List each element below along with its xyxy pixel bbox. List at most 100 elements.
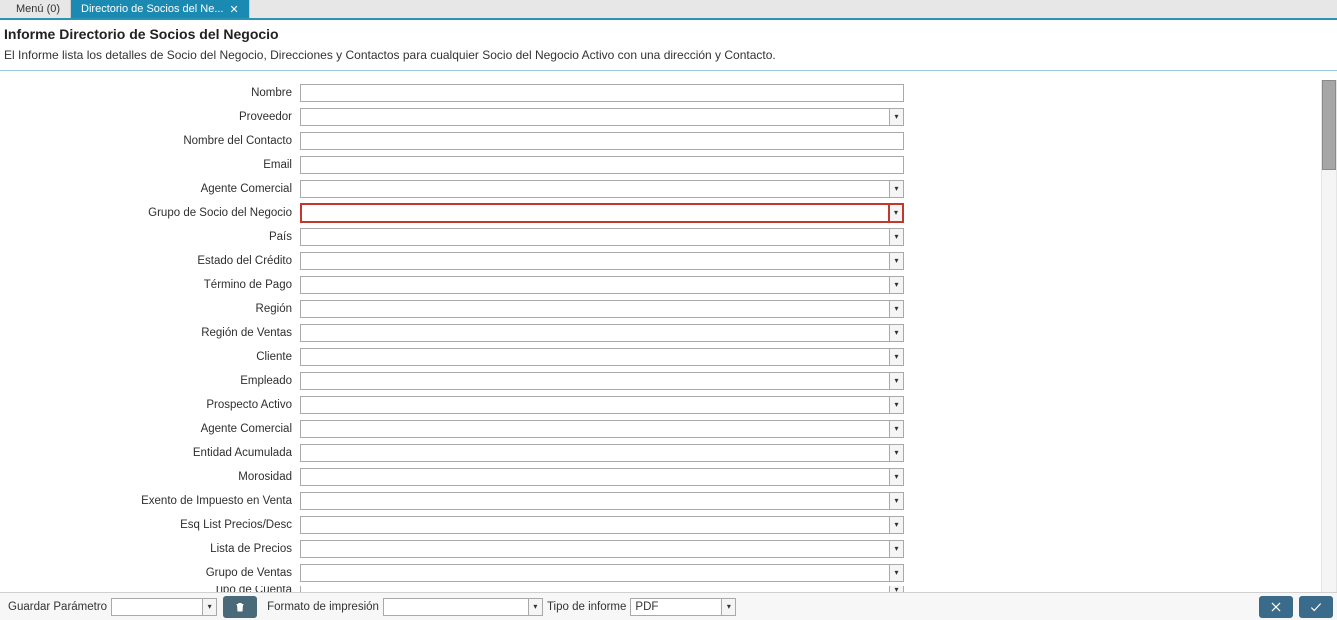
input-termino-pago[interactable]: [300, 276, 890, 294]
tipo-informe-input[interactable]: PDF: [630, 598, 722, 616]
chevron-down-icon[interactable]: ▾: [203, 598, 217, 616]
input-agente-comercial-2[interactable]: [300, 420, 890, 438]
form-row-estado-credito: Estado del Crédito ▾: [0, 250, 1321, 272]
field-nombre[interactable]: [300, 84, 904, 102]
chevron-down-icon[interactable]: ▾: [890, 444, 904, 462]
input-proveedor[interactable]: [300, 108, 890, 126]
chevron-down-icon[interactable]: ▾: [890, 252, 904, 270]
input-region-ventas[interactable]: [300, 324, 890, 342]
delete-button[interactable]: [223, 596, 257, 618]
chevron-down-icon[interactable]: ▾: [890, 492, 904, 510]
cancel-button[interactable]: [1259, 596, 1293, 618]
field-nombre-contacto[interactable]: [300, 132, 904, 150]
guardar-parametro-combo[interactable]: ▾: [111, 598, 217, 616]
chevron-down-icon[interactable]: ▾: [890, 300, 904, 318]
chevron-down-icon[interactable]: ▾: [890, 540, 904, 558]
label-region-ventas: Región de Ventas: [0, 327, 300, 339]
field-termino-pago[interactable]: ▾: [300, 276, 904, 294]
chevron-down-icon[interactable]: ▾: [890, 420, 904, 438]
form-row-lista-precios: Lista de Precios ▾: [0, 538, 1321, 560]
field-estado-credito[interactable]: ▾: [300, 252, 904, 270]
input-morosidad[interactable]: [300, 468, 890, 486]
form-row-proveedor: Proveedor ▾: [0, 106, 1321, 128]
input-nombre[interactable]: [300, 84, 904, 102]
label-estado-credito: Estado del Crédito: [0, 255, 300, 267]
input-nombre-contacto[interactable]: [300, 132, 904, 150]
field-proveedor[interactable]: ▾: [300, 108, 904, 126]
input-pais[interactable]: [300, 228, 890, 246]
form-row-esq-list-precios-desc: Esq List Precios/Desc▾: [0, 514, 1321, 536]
field-empleado[interactable]: ▾: [300, 372, 904, 390]
form-row-grupo-socio-negocio: Grupo de Socio del Negocio ▾: [0, 202, 1321, 224]
tab-active[interactable]: Directorio de Socios del Ne... ✕: [71, 0, 250, 18]
chevron-down-icon[interactable]: ▾: [890, 348, 904, 366]
input-estado-credito[interactable]: [300, 252, 890, 270]
field-entidad-acumulada[interactable]: ▾: [300, 444, 904, 462]
chevron-down-icon[interactable]: ▾: [890, 516, 904, 534]
field-pais[interactable]: ▾: [300, 228, 904, 246]
input-agente-comercial[interactable]: [300, 180, 890, 198]
chevron-down-icon[interactable]: ▾: [890, 108, 904, 126]
chevron-down-icon[interactable]: ▾: [890, 276, 904, 294]
field-email[interactable]: [300, 156, 904, 174]
input-grupo-ventas[interactable]: [300, 564, 890, 582]
field-grupo-socio-negocio[interactable]: ▾: [300, 203, 904, 223]
form-row-email: Email: [0, 154, 1321, 176]
chevron-down-icon[interactable]: ▾: [890, 203, 904, 223]
field-cliente[interactable]: ▾: [300, 348, 904, 366]
label-termino-pago: Término de Pago: [0, 279, 300, 291]
chevron-down-icon[interactable]: ▾: [529, 598, 543, 616]
label-email: Email: [0, 159, 300, 171]
field-exento-impuesto-venta[interactable]: ▾: [300, 492, 904, 510]
close-icon[interactable]: ✕: [229, 3, 238, 16]
tab-menu[interactable]: Menú (0): [6, 0, 71, 18]
page-header: Informe Directorio de Socios del Negocio…: [0, 20, 1337, 71]
guardar-parametro-input[interactable]: [111, 598, 203, 616]
chevron-down-icon[interactable]: ▾: [722, 598, 736, 616]
input-grupo-socio-negocio[interactable]: [300, 203, 890, 223]
formato-impresion-combo[interactable]: ▾: [383, 598, 543, 616]
label-pais: País: [0, 231, 300, 243]
scrollbar-thumb[interactable]: [1322, 80, 1336, 170]
input-empleado[interactable]: [300, 372, 890, 390]
input-lista-precios[interactable]: [300, 540, 890, 558]
form-row-entidad-acumulada: Entidad Acumulada▾: [0, 442, 1321, 464]
form-row-region-ventas: Región de Ventas ▾: [0, 322, 1321, 344]
input-exento-impuesto-venta[interactable]: [300, 492, 890, 510]
chevron-down-icon[interactable]: ▾: [890, 564, 904, 582]
field-grupo-ventas[interactable]: ▾: [300, 564, 904, 582]
field-morosidad[interactable]: ▾: [300, 468, 904, 486]
formato-impresion-label: Formato de impresión: [267, 601, 379, 613]
chevron-down-icon[interactable]: ▾: [890, 468, 904, 486]
input-entidad-acumulada[interactable]: [300, 444, 890, 462]
label-morosidad: Morosidad: [0, 471, 300, 483]
input-cliente[interactable]: [300, 348, 890, 366]
field-agente-comercial-2[interactable]: ▾: [300, 420, 904, 438]
label-proveedor: Proveedor: [0, 111, 300, 123]
input-email[interactable]: [300, 156, 904, 174]
label-lista-precios: Lista de Precios: [0, 543, 300, 555]
trash-icon: [234, 600, 246, 614]
chevron-down-icon[interactable]: ▾: [890, 372, 904, 390]
chevron-down-icon[interactable]: ▾: [890, 324, 904, 342]
form-row-morosidad: Morosidad ▾: [0, 466, 1321, 488]
tipo-informe-label: Tipo de informe: [547, 601, 626, 613]
chevron-down-icon[interactable]: ▾: [890, 228, 904, 246]
label-grupo-socio-negocio: Grupo de Socio del Negocio: [0, 207, 300, 219]
formato-impresion-input[interactable]: [383, 598, 529, 616]
field-agente-comercial[interactable]: ▾: [300, 180, 904, 198]
field-region[interactable]: ▾: [300, 300, 904, 318]
input-region[interactable]: [300, 300, 890, 318]
form-row-exento-impuesto-venta: Exento de Impuesto en Venta▾: [0, 490, 1321, 512]
field-prospecto-activo[interactable]: ▾: [300, 396, 904, 414]
field-esq-list-precios-desc[interactable]: ▾: [300, 516, 904, 534]
field-region-ventas[interactable]: ▾: [300, 324, 904, 342]
field-lista-precios[interactable]: ▾: [300, 540, 904, 558]
input-prospecto-activo[interactable]: [300, 396, 890, 414]
chevron-down-icon[interactable]: ▾: [890, 180, 904, 198]
confirm-button[interactable]: [1299, 596, 1333, 618]
vertical-scrollbar[interactable]: [1321, 80, 1337, 592]
chevron-down-icon[interactable]: ▾: [890, 396, 904, 414]
input-esq-list-precios-desc[interactable]: [300, 516, 890, 534]
tipo-informe-combo[interactable]: PDF ▾: [630, 598, 736, 616]
